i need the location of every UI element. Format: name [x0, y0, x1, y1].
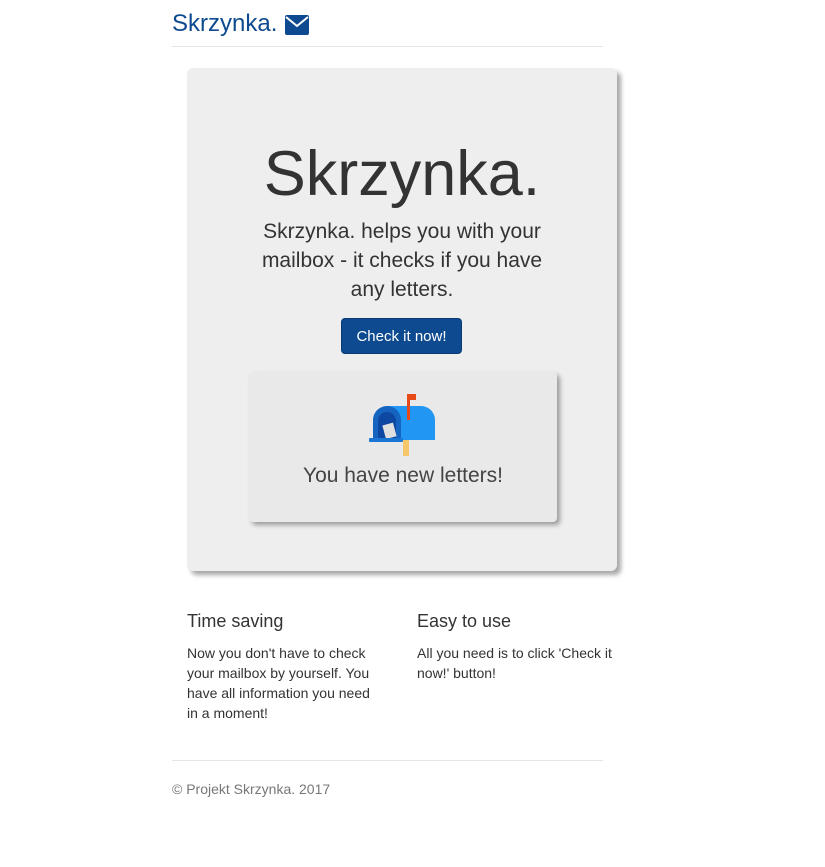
- result-card: You have new letters!: [249, 372, 557, 522]
- feature-title: Time saving: [187, 611, 284, 631]
- result-message: You have new letters!: [302, 464, 504, 487]
- hero-panel: Skrzynka. Skrzynka. helps you with your …: [187, 68, 617, 571]
- envelope-icon: [285, 14, 310, 35]
- feature-easy-to-use: Easy to use All you need is to click 'Ch…: [417, 609, 622, 683]
- feature-time-saving: Time saving Now you don't have to check …: [187, 609, 382, 723]
- feature-title: Easy to use: [417, 611, 512, 631]
- hero-title: Skrzynka.: [263, 139, 541, 209]
- mailbox-with-flag-up-icon: [369, 392, 435, 458]
- site-header: Skrzynka.: [172, 0, 603, 47]
- brand-text: Skrzynka.: [172, 10, 278, 37]
- check-now-button[interactable]: Check it now!: [341, 318, 462, 354]
- brand-link[interactable]: Skrzynka.: [172, 10, 310, 38]
- hero-lead: Skrzynka. helps you with your mailbox - …: [261, 220, 543, 301]
- feature-text: All you need is to click 'Check it now!'…: [417, 645, 612, 681]
- feature-text: Now you don't have to check your mailbox…: [187, 645, 370, 721]
- footer-copyright: © Projekt Skrzynka. 2017: [172, 781, 331, 797]
- site-footer: © Projekt Skrzynka. 2017: [172, 760, 603, 798]
